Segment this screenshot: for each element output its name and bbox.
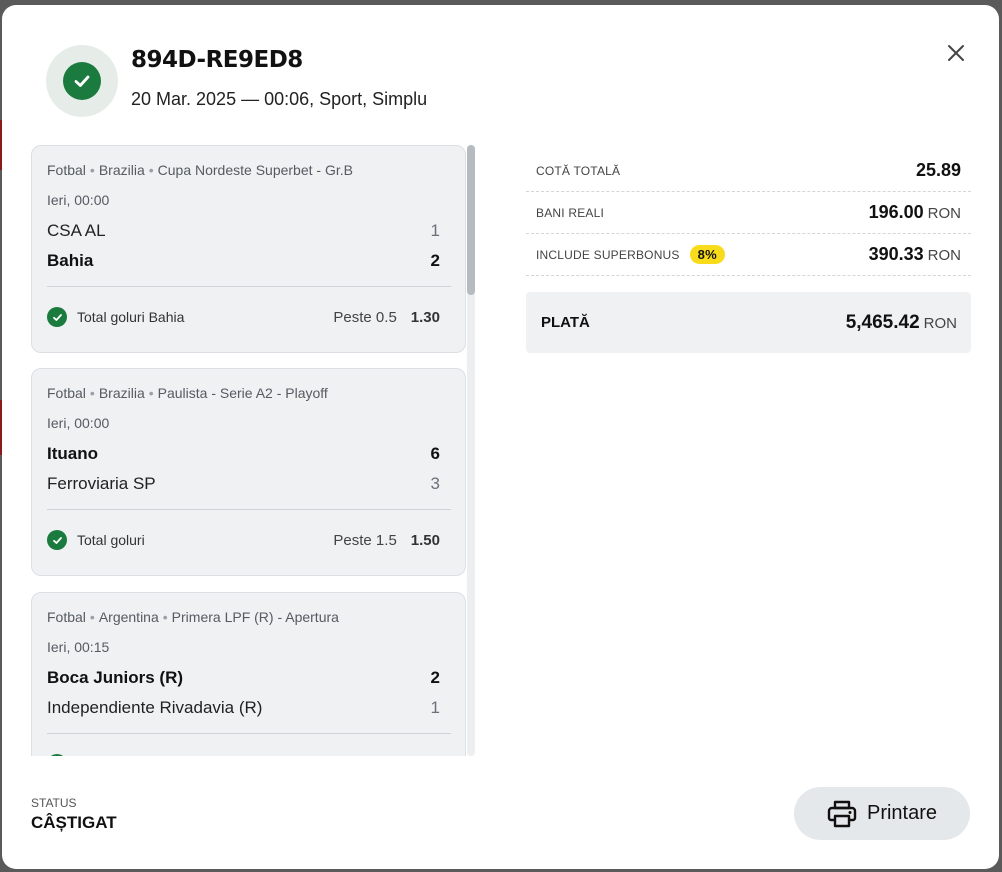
selection-row: Total goluri Bahia Peste 0.5 1.30 (47, 306, 440, 328)
ticket-id: 894D-RE9ED8 (131, 47, 303, 73)
bet-summary: COTĂ TOTALĂ 25.89 BANI REALI 196.00 RON I… (526, 150, 971, 353)
event-card: Fotbal • Brazilia • Cupa Nordeste Superbet -… (31, 145, 466, 353)
printer-icon (827, 800, 857, 827)
event-time: Ieri, 00:00 (47, 415, 110, 431)
selection-pick: Peste 1.5 (333, 531, 397, 549)
check-circle-icon (63, 62, 101, 100)
team-name: Boca Juniors (R) (47, 668, 184, 687)
team-score: 1 (430, 698, 440, 717)
status-label: STATUS (31, 796, 77, 810)
check-icon (47, 307, 67, 327)
selection-market: Total goluri (77, 532, 145, 548)
print-label: Printare (866, 802, 938, 824)
team-name: Independiente Rivadavia (R) (47, 698, 263, 717)
event-card: Fotbal • Brazilia • Paulista - Serie A2 - Pl… (31, 368, 466, 576)
event-league: Fotbal • Brazilia • Cupa Nordeste Superbet -… (47, 162, 353, 178)
team-score: 3 (430, 474, 440, 493)
close-icon (948, 45, 964, 61)
events-scrollbar[interactable] (467, 145, 475, 756)
divider (47, 733, 451, 734)
team-name: Ituano (47, 444, 98, 463)
event-time: Ieri, 00:00 (47, 192, 110, 208)
event-card: Fotbal • Argentina • Primera LPF (R) - Apert… (31, 592, 466, 756)
status-value: CÂȘTIGAT (31, 813, 117, 832)
team-score: 1 (430, 221, 440, 240)
payout-row: PLATĂ 5,465.42 RON (526, 292, 971, 353)
home-team-row: Boca Juniors (R) 2 (47, 667, 440, 689)
real-money-row: BANI REALI 196.00 RON (526, 192, 971, 234)
team-score: 2 (430, 251, 440, 270)
payout-value: 5,465.42 RON (845, 311, 957, 333)
superbonus-label: INCLUDE SUPERBONUS 8% (536, 245, 725, 264)
team-score: 6 (430, 444, 440, 463)
total-odds-row: COTĂ TOTALĂ 25.89 (526, 150, 971, 192)
scrollbar-thumb[interactable] (467, 145, 475, 295)
superbonus-badge: 8% (689, 245, 725, 264)
superbonus-row: INCLUDE SUPERBONUS 8% 390.33 RON (526, 234, 971, 276)
event-time: Ieri, 00:15 (47, 639, 110, 655)
ticket-modal: 894D-RE9ED8 20 Mar. 2025 — 00:06, Sport,… (2, 5, 999, 869)
divider (47, 509, 451, 510)
print-button[interactable]: Printare (794, 787, 970, 840)
real-money-value: 196.00 RON (868, 202, 961, 222)
event-league: Fotbal • Argentina • Primera LPF (R) - Apert… (47, 609, 339, 625)
away-team-row: Ferroviaria SP 3 (47, 473, 440, 495)
selection-pick: Peste 0.5 (333, 308, 397, 326)
selection-row: Total goluri Peste 1.5 1.50 (47, 529, 440, 551)
total-odds-value: 25.89 (915, 160, 961, 180)
team-name: Bahia (47, 251, 94, 270)
events-list[interactable]: Fotbal • Brazilia • Cupa Nordeste Superbet -… (31, 145, 477, 756)
event-league: Fotbal • Brazilia • Paulista - Serie A2 - Pl… (47, 385, 328, 401)
real-money-label: BANI REALI (536, 205, 605, 220)
status-check-badge (46, 45, 118, 117)
selection-row (47, 753, 440, 756)
check-icon (47, 530, 67, 550)
selection-odd: 1.50 (410, 531, 440, 549)
superbonus-value: 390.33 RON (868, 244, 961, 264)
away-team-row: Bahia 2 (47, 250, 440, 272)
team-name: CSA AL (47, 221, 106, 240)
home-team-row: Ituano 6 (47, 443, 440, 465)
team-score: 2 (430, 668, 440, 687)
selection-market: Total goluri Bahia (77, 309, 185, 325)
ticket-meta: 20 Mar. 2025 — 00:06, Sport, Simplu (131, 89, 428, 109)
total-odds-label: COTĂ TOTALĂ (536, 163, 621, 178)
home-team-row: CSA AL 1 (47, 220, 440, 242)
close-button[interactable] (941, 38, 971, 68)
selection-odd: 1.30 (410, 308, 440, 326)
divider (47, 286, 451, 287)
check-icon (47, 754, 67, 756)
team-name: Ferroviaria SP (47, 474, 156, 493)
payout-label: PLATĂ (541, 314, 590, 331)
away-team-row: Independiente Rivadavia (R) 1 (47, 697, 440, 719)
